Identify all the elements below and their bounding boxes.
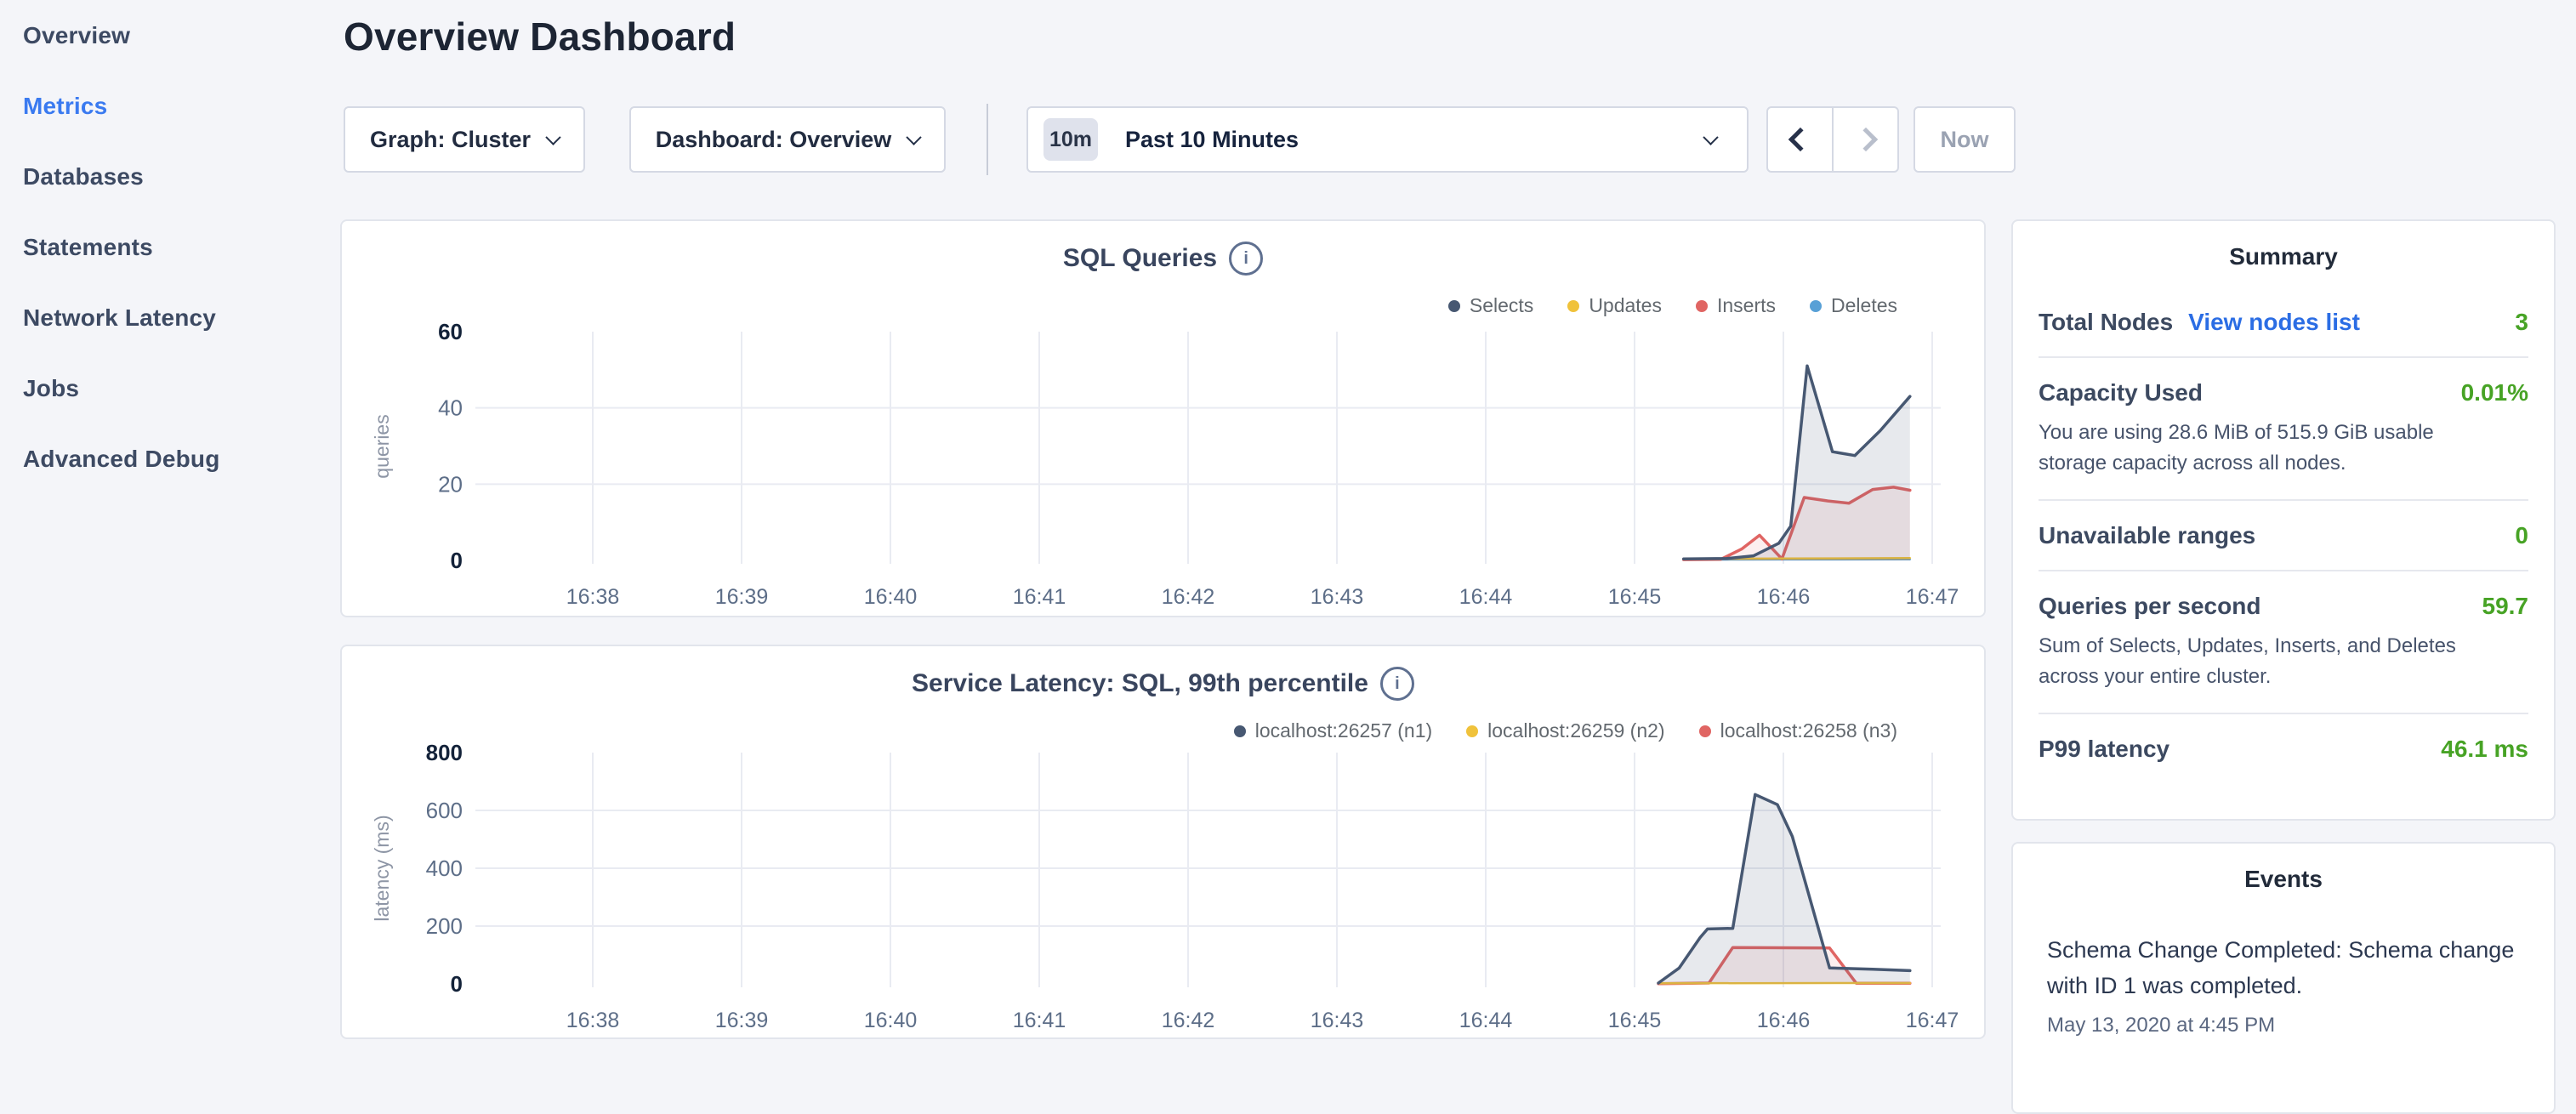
sql-queries-chart-plot[interactable]: 16:38 16:39 16:40 16:41 16:42 16:43 16:44 16:45…	[342, 221, 1987, 619]
controls-divider	[987, 104, 988, 175]
svg-text:600: 600	[426, 798, 463, 823]
now-button[interactable]: Now	[1914, 106, 2016, 173]
overview-dashboard-page: { "page": { "title": "Overview Dashboard…	[0, 0, 2576, 1051]
svg-text:400: 400	[426, 855, 463, 881]
svg-text:16:38: 16:38	[566, 585, 620, 609]
time-forward-button[interactable]	[1834, 108, 1897, 171]
summary-row: P99 latency 46.1 ms	[2039, 713, 2528, 783]
graph-dropdown-label: Graph: Cluster	[370, 127, 531, 153]
svg-text:16:42: 16:42	[1162, 1009, 1215, 1032]
svg-text:16:39: 16:39	[715, 585, 769, 609]
time-range-label: Past 10 Minutes	[1125, 127, 1299, 153]
chevron-right-icon	[1853, 128, 1877, 151]
summary-title: Summary	[2013, 243, 2554, 270]
service-latency-chart-plot[interactable]: 16:38 16:39 16:40 16:41 16:42 16:43 16:44 16:45…	[342, 646, 1987, 1041]
svg-text:queries: queries	[371, 414, 393, 478]
summary-panel: Summary Total Nodes View nodes list 3 Capac…	[2011, 219, 2556, 821]
svg-text:0: 0	[451, 971, 463, 997]
summary-row: Total Nodes View nodes list 3	[2039, 287, 2528, 356]
svg-text:16:46: 16:46	[1757, 1009, 1811, 1032]
svg-text:16:39: 16:39	[715, 1009, 769, 1032]
svg-text:40: 40	[438, 395, 463, 421]
summary-row-value: 3	[2515, 309, 2528, 336]
event-timestamp: May 13, 2020 at 4:45 PM	[2047, 1014, 2520, 1037]
sql-queries-chart-card: SQL Queries i SelectsUpdatesInsertsDelet…	[340, 219, 1986, 617]
summary-rows: Total Nodes View nodes list 3 Capacity Used…	[2039, 287, 2528, 783]
svg-text:800: 800	[426, 740, 463, 765]
summary-row-value: 0	[2515, 522, 2528, 549]
svg-text:16:38: 16:38	[566, 1009, 620, 1032]
svg-text:16:44: 16:44	[1459, 1009, 1513, 1032]
svg-text:0: 0	[451, 548, 463, 573]
time-range-dropdown[interactable]: 10m Past 10 Minutes	[1026, 106, 1749, 173]
dashboard-dropdown[interactable]: Dashboard: Overview	[629, 106, 946, 173]
sidebar-item-databases[interactable]: Databases	[0, 141, 340, 212]
view-nodes-link[interactable]: View nodes list	[2188, 309, 2360, 336]
sidebar-item-metrics[interactable]: Metrics	[0, 71, 340, 141]
events-list: Schema Change Completed: Schema change w…	[2047, 932, 2520, 1037]
summary-row-value: 46.1 ms	[2441, 736, 2528, 763]
summary-row-value: 0.01%	[2461, 379, 2528, 406]
svg-text:16:46: 16:46	[1757, 585, 1811, 609]
summary-row: Queries per second 59.7 Sum of Selects, Up…	[2039, 570, 2528, 713]
svg-text:latency (ms): latency (ms)	[371, 815, 393, 921]
time-pager	[1766, 106, 1899, 173]
summary-row-label: P99 latency	[2039, 736, 2169, 763]
svg-text:16:44: 16:44	[1459, 585, 1513, 609]
summary-row-subtext: Sum of Selects, Updates, Inserts, and De…	[2039, 631, 2502, 692]
summary-row-label: Total Nodes	[2039, 309, 2173, 336]
summary-row-label: Unavailable ranges	[2039, 522, 2255, 549]
sidebar-item-overview[interactable]: Overview	[0, 0, 340, 71]
svg-text:16:47: 16:47	[1906, 585, 1959, 609]
sidebar-item-statements[interactable]: Statements	[0, 212, 340, 282]
event-text: Schema Change Completed: Schema change w…	[2047, 932, 2520, 1003]
svg-text:16:43: 16:43	[1311, 585, 1364, 609]
sidebar-nav: OverviewMetricsDatabasesStatementsNetwor…	[0, 0, 340, 494]
events-title: Events	[2013, 866, 2554, 893]
summary-row-label: Queries per second	[2039, 593, 2260, 620]
svg-text:16:41: 16:41	[1013, 585, 1066, 609]
summary-row-line: P99 latency 46.1 ms	[2039, 736, 2528, 763]
svg-text:60: 60	[438, 319, 463, 344]
chevron-left-icon	[1788, 128, 1811, 151]
summary-row-line: Total Nodes View nodes list 3	[2039, 309, 2528, 336]
summary-row-line: Queries per second 59.7	[2039, 593, 2528, 620]
sidebar-item-advanced-debug[interactable]: Advanced Debug	[0, 423, 340, 494]
service-latency-chart-card: Service Latency: SQL, 99th percentile i …	[340, 645, 1986, 1039]
events-panel: Events Schema Change Completed: Schema c…	[2011, 842, 2556, 1114]
svg-text:16:41: 16:41	[1013, 1009, 1066, 1032]
event-item: Schema Change Completed: Schema change w…	[2047, 932, 2520, 1037]
summary-row-label: Capacity Used	[2039, 379, 2203, 406]
chevron-down-icon	[907, 129, 922, 145]
sidebar: OverviewMetricsDatabasesStatementsNetwor…	[0, 0, 340, 1051]
dashboard-dropdown-label: Dashboard: Overview	[656, 127, 892, 153]
graph-dropdown[interactable]: Graph: Cluster	[344, 106, 585, 173]
summary-row-line: Capacity Used 0.01%	[2039, 379, 2528, 406]
summary-row-line: Unavailable ranges 0	[2039, 522, 2528, 549]
summary-row-subtext: You are using 28.6 MiB of 515.9 GiB usab…	[2039, 418, 2502, 479]
chevron-down-icon	[1703, 129, 1718, 145]
summary-row: Capacity Used 0.01% You are using 28.6 MiB…	[2039, 356, 2528, 499]
svg-text:16:42: 16:42	[1162, 585, 1215, 609]
svg-text:16:40: 16:40	[864, 585, 918, 609]
svg-text:16:47: 16:47	[1906, 1009, 1959, 1032]
time-range-badge: 10m	[1043, 118, 1098, 161]
sidebar-item-jobs[interactable]: Jobs	[0, 353, 340, 423]
svg-text:20: 20	[438, 471, 463, 497]
chevron-down-icon	[545, 129, 560, 145]
sidebar-item-network-latency[interactable]: Network Latency	[0, 282, 340, 353]
page-title: Overview Dashboard	[344, 14, 736, 60]
svg-text:16:45: 16:45	[1608, 1009, 1662, 1032]
svg-text:16:43: 16:43	[1311, 1009, 1364, 1032]
time-back-button[interactable]	[1768, 108, 1834, 171]
svg-text:16:45: 16:45	[1608, 585, 1662, 609]
summary-row-value: 59.7	[2482, 593, 2529, 620]
svg-text:200: 200	[426, 913, 463, 939]
summary-row: Unavailable ranges 0	[2039, 499, 2528, 570]
svg-text:16:40: 16:40	[864, 1009, 918, 1032]
